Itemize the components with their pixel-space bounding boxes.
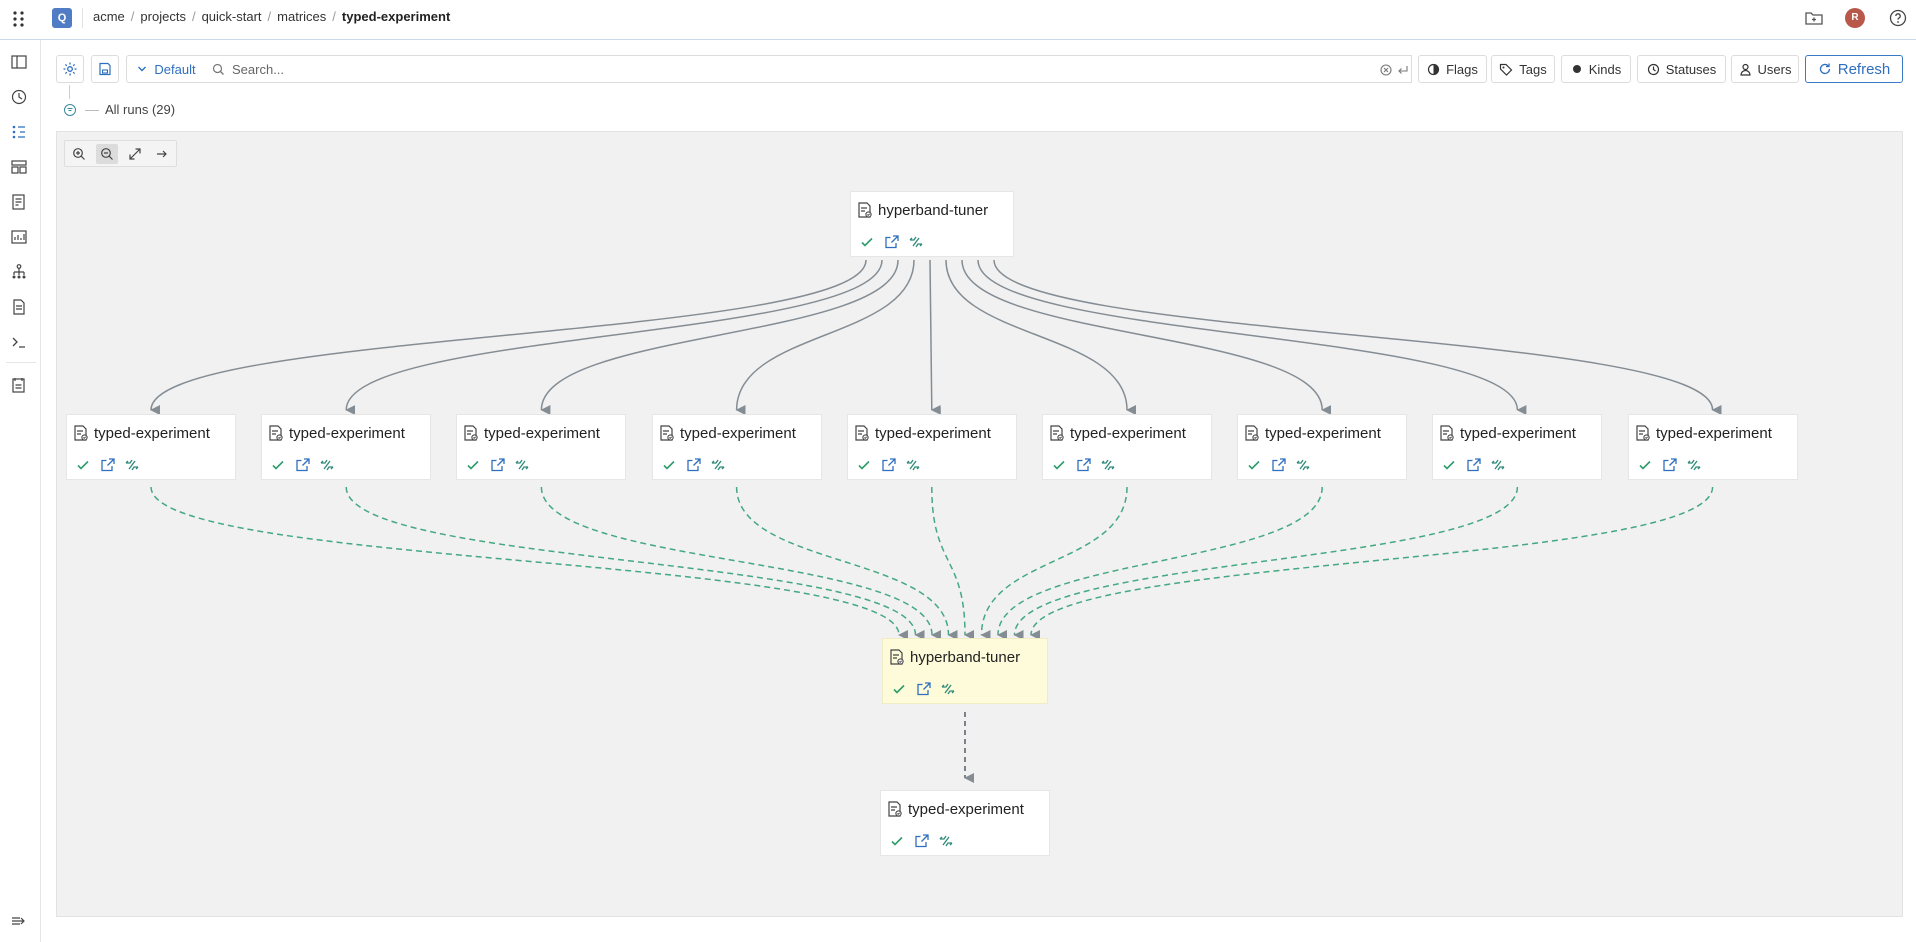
open-run-icon[interactable]	[100, 457, 116, 473]
run-file-icon	[1243, 424, 1261, 442]
run-file-icon	[856, 201, 874, 219]
status-succeeded-icon	[1441, 457, 1457, 473]
open-run-icon[interactable]	[914, 833, 930, 849]
zoom-controls	[64, 140, 177, 167]
compare-icon[interactable]	[940, 681, 956, 697]
compare-icon[interactable]	[938, 833, 954, 849]
status-succeeded-icon	[465, 457, 481, 473]
open-run-icon[interactable]	[916, 681, 932, 697]
node-title[interactable]: typed-experiment	[680, 425, 796, 442]
node-title[interactable]: typed-experiment	[1265, 425, 1381, 442]
zoom-out-button[interactable]	[96, 144, 118, 164]
run-file-icon	[1048, 424, 1066, 442]
node-child-1[interactable]: typed-experiment	[66, 414, 236, 480]
edge-top-to-child-8	[977, 259, 1527, 415]
edge-child-7-to-merge	[997, 486, 1323, 641]
node-title[interactable]: typed-experiment	[1460, 425, 1576, 442]
edge-child-6-to-merge	[980, 486, 1128, 641]
run-file-icon	[888, 648, 906, 666]
compare-icon[interactable]	[1686, 457, 1702, 473]
node-child-2[interactable]: typed-experiment	[261, 414, 431, 480]
edge-top-to-child-2	[345, 259, 883, 416]
run-file-icon	[1634, 424, 1652, 442]
node-title[interactable]: typed-experiment	[1070, 425, 1186, 442]
compare-icon[interactable]	[514, 457, 530, 473]
expand-icon	[129, 148, 141, 160]
node-title[interactable]: typed-experiment	[908, 801, 1024, 818]
run-file-icon	[462, 424, 480, 442]
zoom-in-icon	[73, 148, 85, 160]
node-title[interactable]: typed-experiment	[484, 425, 600, 442]
zoom-out-icon	[101, 148, 113, 160]
run-file-icon	[72, 424, 90, 442]
node-child-4[interactable]: typed-experiment	[652, 414, 822, 480]
status-succeeded-icon	[891, 681, 907, 697]
status-succeeded-icon	[856, 457, 872, 473]
status-succeeded-icon	[859, 234, 875, 250]
node-title[interactable]: typed-experiment	[1656, 425, 1772, 442]
status-succeeded-icon	[889, 833, 905, 849]
run-file-icon	[886, 800, 904, 818]
edge-top-to-child-1	[150, 259, 867, 416]
open-run-icon[interactable]	[1466, 457, 1482, 473]
fit-view-button[interactable]	[124, 144, 146, 164]
run-file-icon	[658, 424, 676, 442]
edge-child-1-to-merge	[150, 486, 909, 640]
node-title[interactable]: typed-experiment	[875, 425, 991, 442]
compare-icon[interactable]	[710, 457, 726, 473]
compare-icon[interactable]	[905, 457, 921, 473]
node-title[interactable]: typed-experiment	[289, 425, 405, 442]
run-file-icon	[853, 424, 871, 442]
node-child-6[interactable]: typed-experiment	[1042, 414, 1212, 480]
compare-icon[interactable]	[1295, 457, 1311, 473]
node-title[interactable]: hyperband-tuner	[910, 649, 1020, 666]
compare-icon[interactable]	[1100, 457, 1116, 473]
status-succeeded-icon	[1637, 457, 1653, 473]
edge-child-8-to-merge	[1013, 486, 1519, 641]
edge-child-2-to-merge	[345, 486, 925, 640]
edge-child-4-to-merge	[735, 486, 958, 640]
edge-top-to-child-5	[929, 259, 941, 415]
node-final[interactable]: typed-experiment	[880, 790, 1050, 856]
open-run-icon[interactable]	[881, 457, 897, 473]
node-child-8[interactable]: typed-experiment	[1432, 414, 1602, 480]
open-run-icon[interactable]	[884, 234, 900, 250]
open-run-icon[interactable]	[1271, 457, 1287, 473]
compare-icon[interactable]	[1490, 457, 1506, 473]
direction-button[interactable]	[151, 144, 173, 164]
node-child-9[interactable]: typed-experiment	[1628, 414, 1798, 480]
node-title[interactable]: hyperband-tuner	[878, 202, 988, 219]
status-succeeded-icon	[1246, 457, 1262, 473]
edge-child-9-to-merge	[1030, 486, 1714, 641]
status-succeeded-icon	[270, 457, 286, 473]
status-succeeded-icon	[1051, 457, 1067, 473]
compare-icon[interactable]	[908, 234, 924, 250]
zoom-in-button[interactable]	[68, 144, 90, 164]
node-merge-tuner[interactable]: hyperband-tuner	[882, 638, 1048, 704]
node-title[interactable]: typed-experiment	[94, 425, 210, 442]
open-run-icon[interactable]	[686, 457, 702, 473]
edge-child-5-to-merge	[931, 486, 975, 640]
compare-icon[interactable]	[319, 457, 335, 473]
open-run-icon[interactable]	[1662, 457, 1678, 473]
node-child-7[interactable]: typed-experiment	[1237, 414, 1407, 480]
open-run-icon[interactable]	[490, 457, 506, 473]
arrow-right-icon	[157, 150, 167, 158]
run-file-icon	[1438, 424, 1456, 442]
edge-top-to-child-9	[993, 259, 1722, 415]
compare-icon[interactable]	[124, 457, 140, 473]
open-run-icon[interactable]	[1076, 457, 1092, 473]
node-top-tuner[interactable]: hyperband-tuner	[850, 191, 1014, 257]
node-child-5[interactable]: typed-experiment	[847, 414, 1017, 480]
status-succeeded-icon	[75, 457, 91, 473]
status-succeeded-icon	[661, 457, 677, 473]
edge-child-3-to-merge	[540, 486, 942, 640]
node-child-3[interactable]: typed-experiment	[456, 414, 626, 480]
run-file-icon	[267, 424, 285, 442]
open-run-icon[interactable]	[295, 457, 311, 473]
